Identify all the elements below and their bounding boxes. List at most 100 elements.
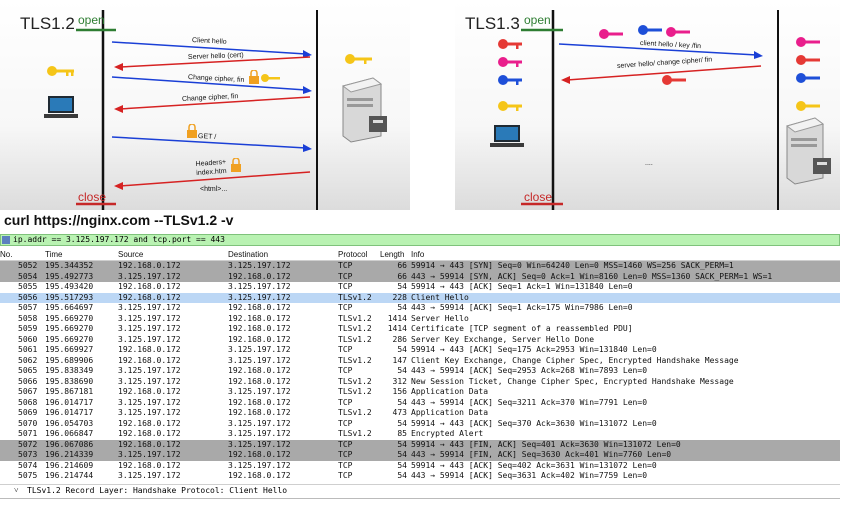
packet-row[interactable]: 5070 196.054703 192.168.0.172 3.125.197.172… (0, 419, 840, 430)
column-header-length[interactable]: Length (380, 249, 404, 260)
packet-cell-proto: TLSv1.2 (338, 292, 372, 302)
expand-chevron-icon[interactable]: ˅ (14, 485, 19, 496)
column-header-time[interactable]: Time (45, 249, 62, 260)
packet-cell-dst: 3.125.197.172 (228, 261, 291, 270)
key-icon (498, 57, 522, 67)
display-filter-input[interactable]: ip.addr == 3.125.197.172 and tcp.port ==… (13, 235, 225, 245)
packet-row[interactable]: 5055 195.493420 192.168.0.172 3.125.197.172… (0, 282, 840, 293)
key-icon (498, 39, 522, 49)
packet-cell-no: 5056 (18, 292, 38, 302)
tls13-close-label: close (524, 190, 553, 204)
packet-cell-no: 5055 (18, 282, 38, 291)
packet-cell-time: 195.664697 (45, 303, 94, 312)
packet-cell-len: 54 (397, 418, 407, 428)
packet-cell-src: 192.168.0.172 (118, 282, 181, 291)
packet-cell-dst: 192.168.0.172 (228, 408, 291, 417)
packet-cell-info: 59914 → 443 [ACK] Seq=175 Ack=2953 Win=1… (411, 345, 657, 354)
packet-cell-len: 228 (392, 292, 407, 302)
detail-record-layer[interactable]: TLSv1.2 Record Layer: Handshake Protocol… (27, 485, 287, 496)
divider (0, 498, 840, 499)
packet-cell-no: 5072 (18, 439, 38, 449)
packet-cell-no: 5052 (18, 261, 38, 270)
tls13-diagram: TLS1.3 open close client hello / key /fi… (455, 0, 840, 210)
packet-row[interactable]: 5075 196.214744 3.125.197.172 192.168.0.172… (0, 471, 840, 482)
column-header-destination[interactable]: Destination (228, 249, 268, 260)
packet-row[interactable]: 5065 195.838349 3.125.197.172 192.168.0.172… (0, 366, 840, 377)
bookmark-icon[interactable] (2, 236, 10, 244)
packet-cell-dst: 192.168.0.172 (228, 471, 291, 480)
packet-cell-info: 443 → 59914 [ACK] Seq=2953 Ack=268 Win=7… (411, 366, 648, 375)
packet-row[interactable]: 5066 195.838690 3.125.197.172 192.168.0.172… (0, 377, 840, 388)
packet-cell-proto: TCP (338, 471, 353, 480)
packet-list-header: No. Time Source Destination Protocol Len… (0, 249, 840, 261)
packet-cell-time: 196.067086 (45, 439, 94, 449)
packet-cell-time: 196.214609 (45, 460, 94, 470)
column-header-source[interactable]: Source (118, 249, 143, 260)
packet-cell-len: 54 (397, 303, 407, 312)
packet-cell-src: 192.168.0.172 (118, 439, 181, 449)
packet-cell-len: 85 (397, 429, 407, 438)
display-filter-bar[interactable]: ip.addr == 3.125.197.172 and tcp.port ==… (0, 234, 840, 246)
packet-cell-no: 5071 (18, 429, 38, 438)
column-header-no[interactable]: No. (0, 249, 12, 260)
packet-row[interactable]: 5059 195.669270 3.125.197.172 192.168.0.172… (0, 324, 840, 335)
packet-cell-proto: TLSv1.2 (338, 355, 372, 365)
packet-row[interactable]: 5073 196.214339 3.125.197.172 192.168.0.172… (0, 450, 840, 461)
column-header-protocol[interactable]: Protocol (338, 249, 367, 260)
packet-cell-time: 195.838349 (45, 366, 94, 375)
packet-row[interactable]: 5071 196.066847 192.168.0.172 3.125.197.172… (0, 429, 840, 440)
packet-cell-time: 195.517293 (45, 292, 94, 302)
packet-cell-dst: 192.168.0.172 (228, 366, 291, 375)
packet-cell-time: 196.014717 (45, 397, 94, 407)
packet-row[interactable]: 5058 195.669270 3.125.197.172 192.168.0.172… (0, 314, 840, 325)
packet-cell-src: 192.168.0.172 (118, 460, 181, 470)
key-icon (638, 25, 662, 35)
packet-cell-no: 5054 (18, 271, 38, 281)
packet-row[interactable]: 5054 195.492773 3.125.197.172 192.168.0.172… (0, 271, 840, 282)
packet-row[interactable]: 5074 196.214609 192.168.0.172 3.125.197.172… (0, 461, 840, 472)
packet-row[interactable]: 5052 195.344352 192.168.0.172 3.125.197.172… (0, 261, 840, 272)
packet-cell-len: 1414 (387, 313, 407, 323)
packet-row[interactable]: 5060 195.669270 3.125.197.172 192.168.0.172… (0, 335, 840, 346)
packet-cell-src: 192.168.0.172 (118, 387, 181, 396)
packet-row[interactable]: 5056 195.517293 192.168.0.172 3.125.197.172… (0, 292, 840, 303)
packet-row[interactable]: 5072 196.067086 192.168.0.172 3.125.197.172… (0, 439, 840, 450)
packet-row[interactable]: 5062 195.689906 192.168.0.172 3.125.197.172… (0, 356, 840, 367)
packet-cell-proto: TCP (338, 366, 353, 375)
packet-cell-dst: 3.125.197.172 (228, 387, 291, 396)
packet-cell-no: 5058 (18, 313, 38, 323)
packet-cell-time: 195.689906 (45, 355, 94, 365)
packet-cell-info: 59914 → 443 [SYN] Seq=0 Win=64240 Len=0 … (411, 261, 734, 270)
packet-cell-len: 54 (397, 460, 407, 470)
packet-cell-proto: TLSv1.2 (338, 408, 372, 417)
packet-cell-len: 54 (397, 366, 407, 375)
packet-cell-dst: 3.125.197.172 (228, 355, 291, 365)
packet-row[interactable]: 5068 196.014717 3.125.197.172 192.168.0.172… (0, 398, 840, 409)
packet-cell-info: Application Data (411, 408, 489, 417)
packet-cell-no: 5059 (18, 324, 38, 333)
packet-cell-proto: TLSv1.2 (338, 387, 372, 396)
packet-cell-no: 5062 (18, 355, 38, 365)
packet-row[interactable]: 5067 195.867181 192.168.0.172 3.125.197.172… (0, 387, 840, 398)
packet-cell-time: 195.838690 (45, 376, 94, 386)
packet-cell-src: 3.125.197.172 (118, 303, 181, 312)
packet-cell-time: 195.867181 (45, 387, 94, 396)
packet-cell-proto: TCP (338, 460, 353, 470)
packet-cell-info: Application Data (411, 387, 489, 396)
packet-cell-dst: 3.125.197.172 (228, 282, 291, 291)
right-margin (840, 0, 865, 507)
tls13-open-label: open (524, 13, 551, 27)
packet-cell-len: 66 (397, 271, 407, 281)
packet-row[interactable]: 5057 195.664697 3.125.197.172 192.168.0.172… (0, 303, 840, 314)
packet-cell-len: 156 (392, 387, 407, 396)
packet-cell-no: 5067 (18, 387, 38, 396)
key-icon (666, 27, 690, 37)
tls12-diagram: TLS1.2 open close Client hello Server he… (0, 0, 410, 210)
packet-row[interactable]: 5069 196.014717 3.125.197.172 192.168.0.172… (0, 408, 840, 419)
column-header-info[interactable]: Info (411, 249, 424, 260)
packet-row[interactable]: 5061 195.669927 192.168.0.172 3.125.197.172… (0, 345, 840, 356)
packet-cell-len: 54 (397, 450, 407, 459)
packet-cell-len: 1414 (387, 324, 407, 333)
packet-cell-dst: 192.168.0.172 (228, 334, 291, 344)
packet-cell-src: 3.125.197.172 (118, 376, 181, 386)
